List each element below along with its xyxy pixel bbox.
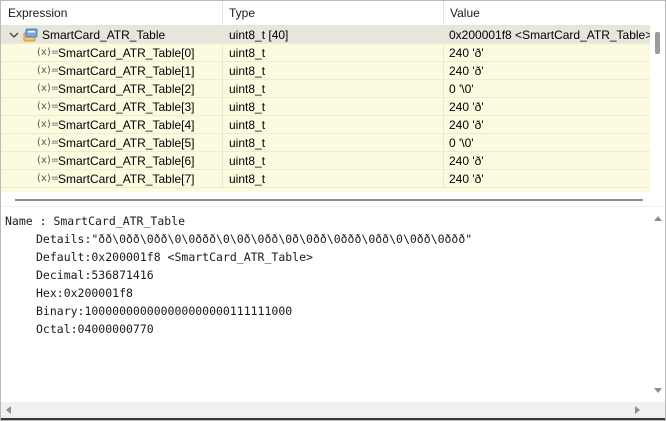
scroll-right-arrow-icon[interactable] — [635, 406, 640, 414]
expression-name: SmartCard_ATR_Table[1] — [58, 64, 195, 78]
variable-icon: (x)= — [37, 155, 60, 166]
table-row[interactable]: (x)= SmartCard_ATR_Table[4] uint8_t 240 … — [1, 116, 650, 134]
column-divider — [222, 98, 223, 116]
scrollbar-thumb[interactable] — [655, 32, 660, 54]
expression-type: uint8_t — [229, 136, 266, 150]
details-line: Default:0x200001f8 <SmartCard_ATR_Table> — [36, 250, 313, 264]
column-header-expression[interactable]: Expression — [1, 1, 222, 26]
column-divider — [443, 116, 444, 134]
table-row[interactable]: (x)= SmartCard_ATR_Table[5] uint8_t 0 '\… — [1, 134, 650, 152]
expression-type: uint8_t [40] — [229, 28, 289, 42]
column-divider — [443, 80, 444, 98]
chevron-down-icon[interactable] — [9, 30, 19, 40]
details-name-line: Name : SmartCard_ATR_Table — [5, 214, 186, 228]
table-row[interactable]: (x)= SmartCard_ATR_Table[6] uint8_t 240 … — [1, 152, 650, 170]
table-body: SmartCard_ATR_Table uint8_t [40] 0x20000… — [1, 26, 650, 192]
variable-icon: (x)= — [37, 119, 60, 130]
details-line: Hex:0x200001f8 — [36, 286, 133, 300]
expression-name: SmartCard_ATR_Table[0] — [58, 46, 195, 60]
table-row[interactable]: (x)= SmartCard_ATR_Table[2] uint8_t 0 '\… — [1, 80, 650, 98]
scrollbar-thumb[interactable] — [15, 199, 643, 201]
column-divider — [443, 134, 444, 152]
details-line: Details:"ðð\0ðð\0ðð\0\0ððð\0\0ð\0ðð\0ð\0… — [36, 232, 473, 246]
expression-name: SmartCard_ATR_Table[4] — [58, 118, 195, 132]
expression-type: uint8_t — [229, 100, 266, 114]
scroll-up-arrow-icon[interactable] — [654, 216, 662, 221]
table-row-parent[interactable]: SmartCard_ATR_Table uint8_t [40] 0x20000… — [1, 26, 650, 44]
column-divider — [443, 152, 444, 170]
table-row[interactable]: (x)= SmartCard_ATR_Table[7] uint8_t 240 … — [1, 170, 650, 188]
expression-name: SmartCard_ATR_Table[5] — [58, 136, 195, 150]
expression-name: SmartCard_ATR_Table[3] — [58, 100, 195, 114]
expression-type: uint8_t — [229, 64, 266, 78]
variable-icon: (x)= — [37, 83, 60, 94]
column-divider — [443, 98, 444, 116]
expression-name: SmartCard_ATR_Table[2] — [58, 82, 195, 96]
expression-type: uint8_t — [229, 46, 266, 60]
scroll-left-arrow-icon[interactable] — [6, 406, 11, 414]
table-row[interactable]: (x)= SmartCard_ATR_Table[0] uint8_t 240 … — [1, 44, 650, 62]
expression-value: 240 'ð' — [449, 46, 484, 60]
column-divider — [443, 62, 444, 80]
column-divider — [222, 170, 223, 188]
table-row[interactable]: (x)= SmartCard_ATR_Table[3] uint8_t 240 … — [1, 98, 650, 116]
column-divider — [222, 80, 223, 98]
expression-name: SmartCard_ATR_Table[6] — [58, 154, 195, 168]
column-divider — [222, 152, 223, 170]
details-line: Binary:100000000000000000000111111000 — [36, 304, 293, 318]
variable-icon: (x)= — [37, 173, 60, 184]
expression-value: 240 'ð' — [449, 100, 484, 114]
expression-value: 0 '\0' — [449, 82, 474, 96]
table-row[interactable]: (x)= SmartCard_ATR_Table[1] uint8_t 240 … — [1, 62, 650, 80]
column-divider — [222, 62, 223, 80]
scroll-down-arrow-icon[interactable] — [654, 388, 662, 393]
column-header-type[interactable]: Type — [222, 1, 443, 26]
details-horizontal-scrollbar[interactable] — [1, 402, 665, 418]
details-vertical-scrollbar[interactable] — [650, 212, 665, 402]
table-horizontal-scrollbar[interactable] — [1, 192, 665, 206]
expression-type: uint8_t — [229, 82, 266, 96]
variable-icon: (x)= — [37, 65, 60, 76]
expression-type: uint8_t — [229, 154, 266, 168]
expression-value: 240 'ð' — [449, 154, 484, 168]
expression-name: SmartCard_ATR_Table[7] — [58, 172, 195, 186]
expression-value: 0 '\0' — [449, 136, 474, 150]
variable-icon: (x)= — [37, 47, 60, 58]
column-divider — [222, 26, 223, 44]
column-divider — [222, 134, 223, 152]
variable-icon: (x)= — [37, 101, 60, 112]
column-divider — [443, 170, 444, 188]
column-header-value[interactable]: Value — [443, 1, 650, 26]
array-variable-icon — [23, 28, 38, 42]
expressions-table: Expression Type Value SmartCard_ATR_Tabl… — [1, 1, 650, 192]
expression-type: uint8_t — [229, 118, 266, 132]
column-divider — [222, 44, 223, 62]
column-divider — [443, 26, 444, 44]
column-divider — [443, 44, 444, 62]
table-vertical-scrollbar[interactable] — [650, 26, 665, 192]
column-divider — [222, 116, 223, 134]
variable-icon: (x)= — [37, 137, 60, 148]
details-line: Octal:04000000770 — [36, 322, 154, 336]
expression-value: 0x200001f8 <SmartCard_ATR_Table> — [449, 28, 650, 42]
expression-value: 240 'ð' — [449, 118, 484, 132]
details-pane[interactable]: Name : SmartCard_ATR_Table Details:"ðð\0… — [1, 212, 650, 402]
expressions-view: Expression Type Value SmartCard_ATR_Tabl… — [0, 0, 666, 421]
expression-value: 240 'ð' — [449, 64, 484, 78]
expression-value: 240 'ð' — [449, 172, 484, 186]
details-line: Decimal:536871416 — [36, 268, 154, 282]
expression-type: uint8_t — [229, 172, 266, 186]
expression-name: SmartCard_ATR_Table — [42, 28, 166, 42]
table-header: Expression Type Value — [1, 1, 650, 26]
